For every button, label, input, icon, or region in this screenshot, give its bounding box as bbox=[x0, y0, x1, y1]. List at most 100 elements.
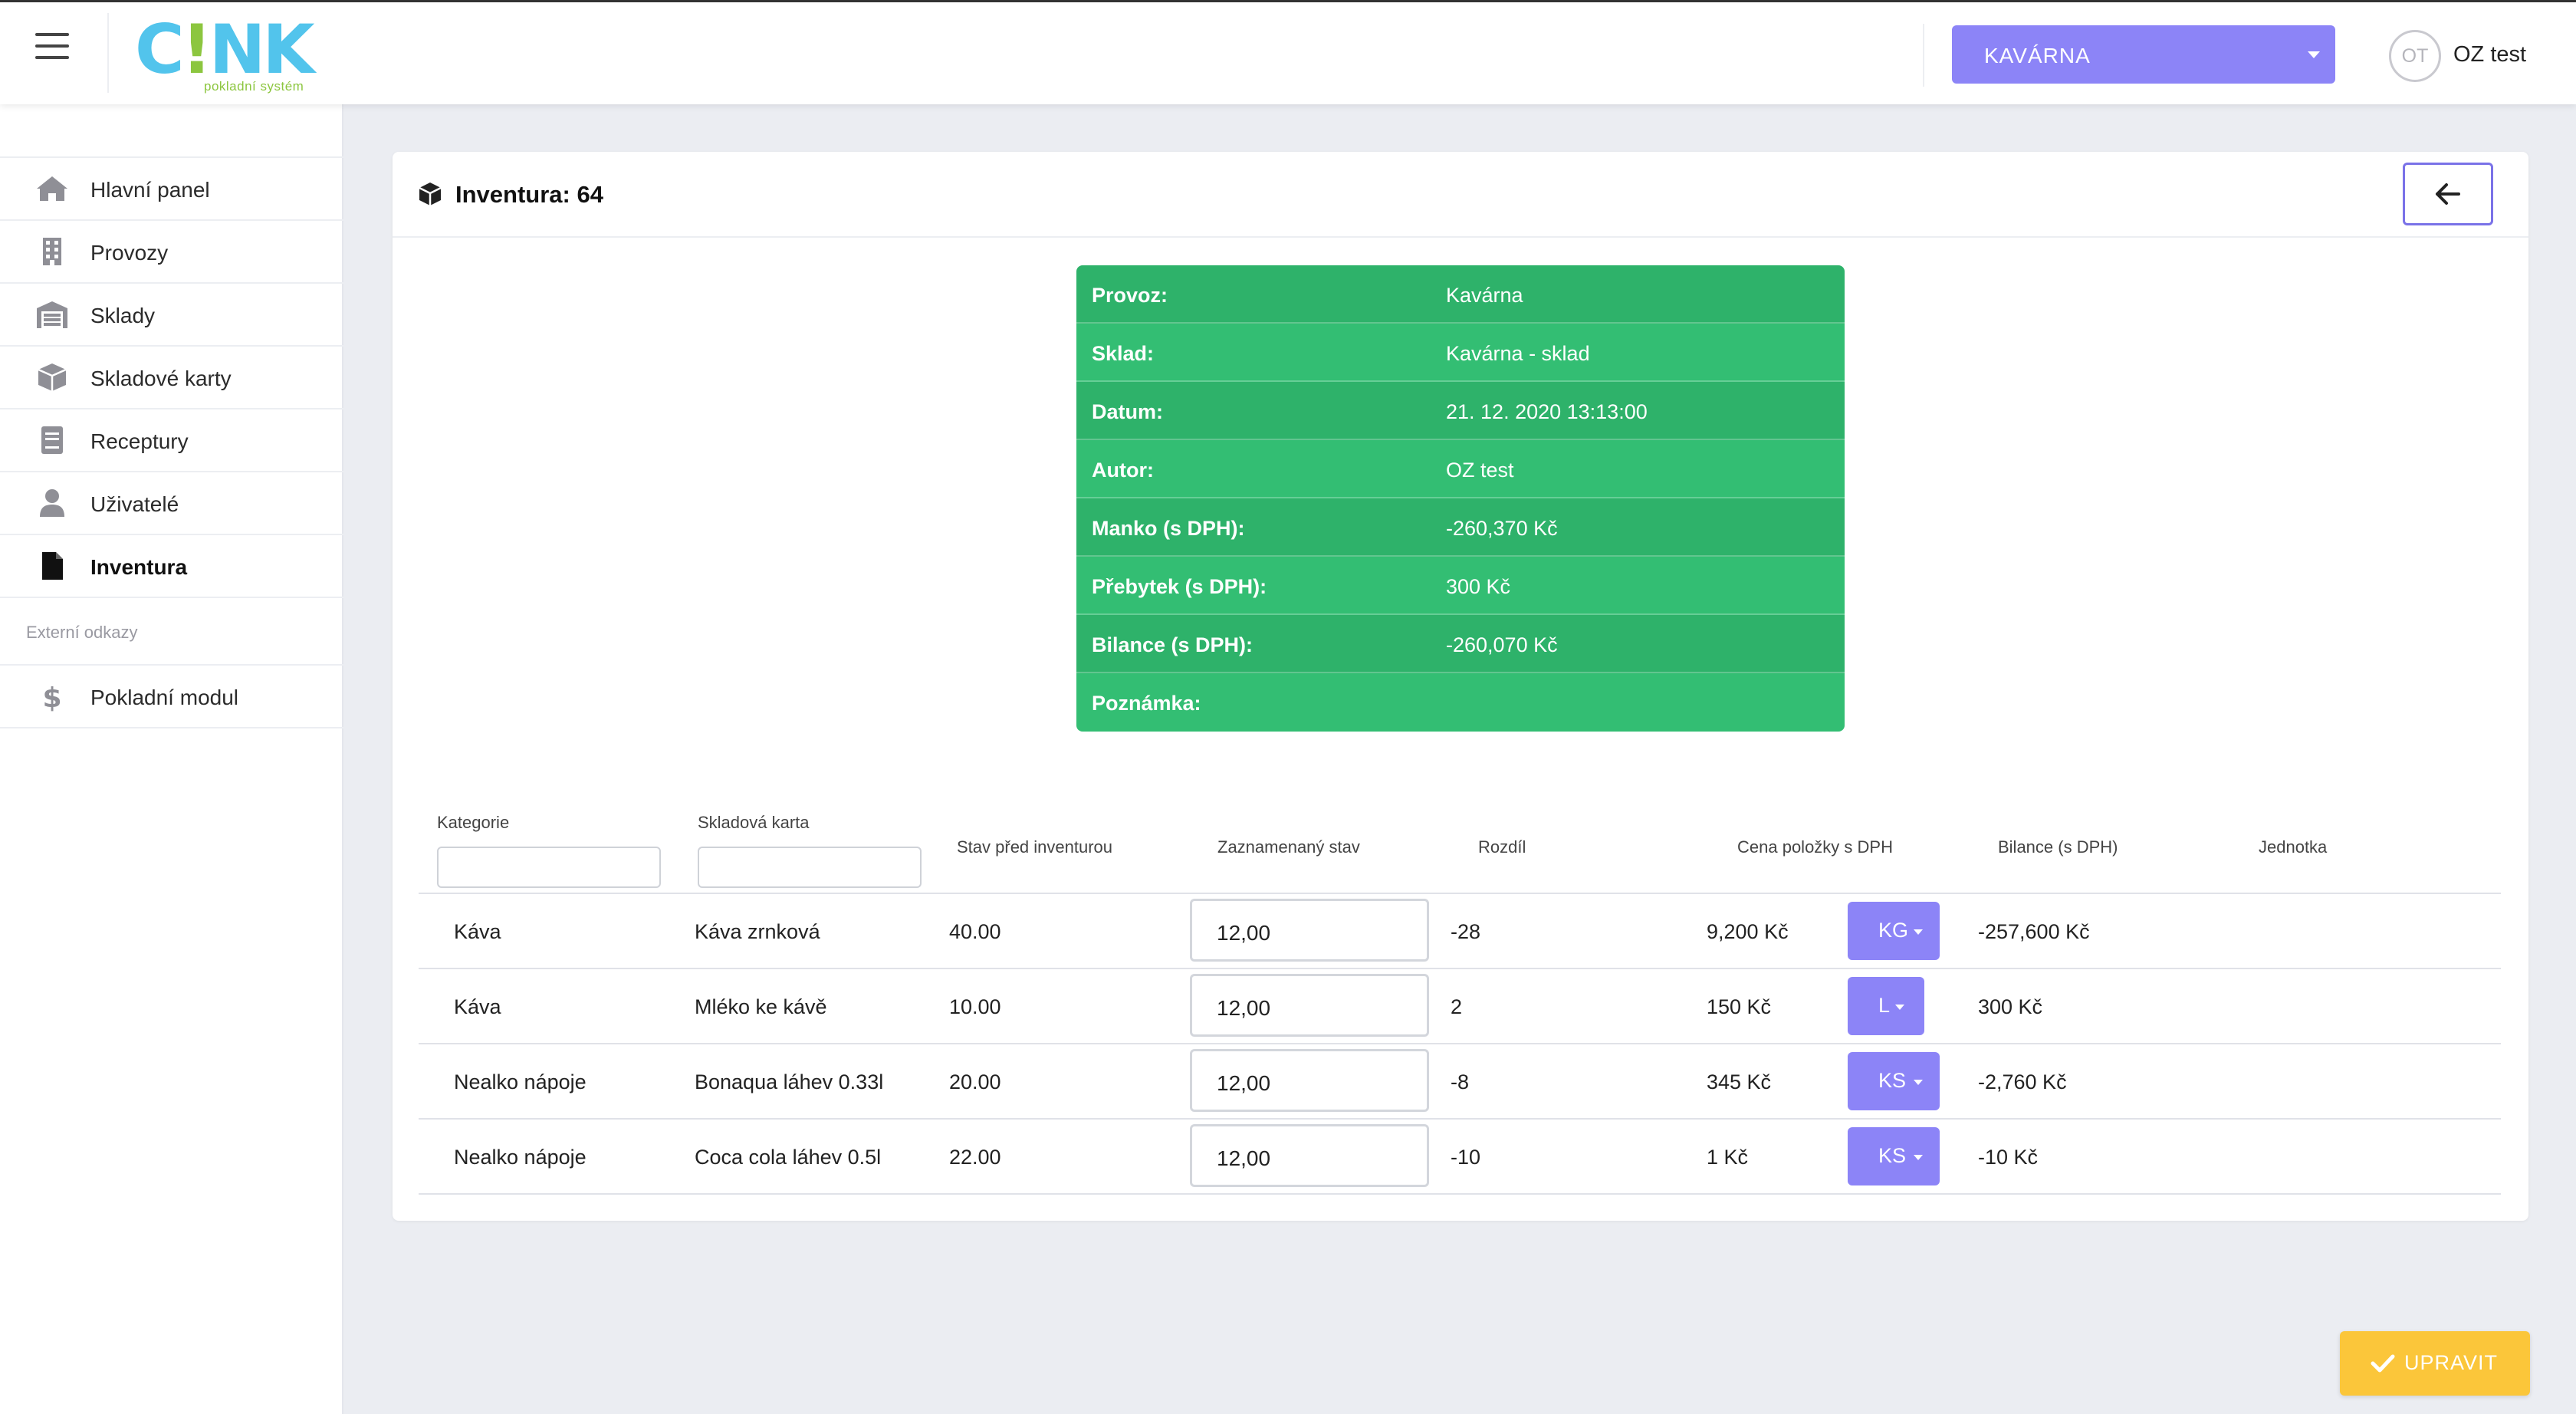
summary-key: Autor: bbox=[1092, 459, 1154, 482]
sidebar-item-receptury[interactable]: Receptury bbox=[0, 409, 343, 472]
summary-value: -260,070 Kč bbox=[1446, 633, 1558, 656]
logo[interactable]: C!NK pokladní systém bbox=[135, 13, 319, 94]
branch-select[interactable]: KAVÁRNA bbox=[1952, 25, 2335, 84]
sidebar-item-sklady[interactable]: Sklady bbox=[0, 284, 343, 347]
logo-subtitle: pokladní systém bbox=[204, 79, 304, 94]
summary-value: 300 Kč bbox=[1446, 575, 1511, 598]
sidebar-item-hlavni-panel[interactable]: Hlavní panel bbox=[0, 158, 343, 221]
box-icon bbox=[38, 363, 67, 391]
summary-row: Bilance (s DPH): -260,070 Kč bbox=[1076, 615, 1845, 673]
recorded-qty-input[interactable]: 12,00 bbox=[1190, 974, 1429, 1037]
table-row: Nealko nápoje Coca cola láhev 0.5l 22.00… bbox=[419, 1120, 2501, 1195]
page-title: Inventura: 64 bbox=[455, 181, 603, 208]
check-icon bbox=[2371, 1354, 2395, 1373]
cell-balance: -2,760 Kč bbox=[1978, 1070, 2067, 1093]
table-row: Káva Káva zrnková 40.00 12,00 -28 9,200 … bbox=[419, 894, 2501, 969]
cell-category: Nealko nápoje bbox=[454, 1070, 586, 1093]
summary-row: Sklad: Kavárna - sklad bbox=[1076, 324, 1845, 382]
edit-button-label: UPRAVIT bbox=[2404, 1351, 2499, 1374]
warehouse-icon bbox=[37, 301, 67, 328]
building-icon bbox=[43, 238, 61, 265]
sidebar-item-inventura[interactable]: Inventura bbox=[0, 535, 343, 598]
cell-before: 22.00 bbox=[949, 1146, 1001, 1169]
sidebar-item-label: Receptury bbox=[90, 429, 189, 453]
sidebar-item-label: Inventura bbox=[90, 555, 188, 579]
unit-dropdown[interactable]: KS bbox=[1848, 1127, 1940, 1185]
user-icon bbox=[40, 489, 64, 517]
cube-icon bbox=[419, 183, 442, 206]
branch-select-value: KAVÁRNA bbox=[1984, 44, 2091, 67]
summary-key: Přebytek (s DPH): bbox=[1092, 575, 1267, 598]
top-bar: C!NK pokladní systém KAVÁRNA OT OZ test bbox=[0, 0, 2576, 104]
recorded-qty-input[interactable]: 12,00 bbox=[1190, 899, 1429, 962]
card-filter-input[interactable] bbox=[698, 847, 922, 888]
summary-row: Datum: 21. 12. 2020 13:13:00 bbox=[1076, 382, 1845, 440]
sidebar-item-label: Skladové karty bbox=[90, 367, 232, 390]
table-row: Káva Mléko ke kávě 10.00 12,00 2 150 Kč … bbox=[419, 969, 2501, 1044]
summary-key: Datum: bbox=[1092, 400, 1163, 423]
summary-row: Manko (s DPH): -260,370 Kč bbox=[1076, 498, 1845, 557]
avatar[interactable]: OT bbox=[2389, 30, 2441, 82]
recorded-qty-input[interactable]: 12,00 bbox=[1190, 1049, 1429, 1112]
summary-key: Provoz: bbox=[1092, 284, 1168, 307]
caret-down-icon bbox=[1914, 929, 1923, 935]
caret-down-icon bbox=[1914, 1080, 1923, 1085]
column-header-price: Cena položky s DPH bbox=[1737, 837, 1893, 857]
dollar-icon: $ bbox=[42, 682, 61, 712]
arrow-left-icon bbox=[2436, 183, 2460, 205]
unit-dropdown[interactable]: KS bbox=[1848, 1052, 1940, 1110]
column-header-category: Kategorie bbox=[437, 813, 510, 832]
sidebar-item-label: Provozy bbox=[90, 241, 169, 265]
cell-before: 10.00 bbox=[949, 995, 1001, 1018]
inventory-summary: Provoz: Kavárna Sklad: Kavárna - sklad Dat… bbox=[1076, 265, 1845, 732]
sidebar-nav: Hlavní panel Provozy Sklady Skladové kar… bbox=[0, 156, 343, 728]
cell-price: 150 Kč bbox=[1707, 995, 1772, 1018]
summary-key: Bilance (s DPH): bbox=[1092, 633, 1254, 656]
cell-diff: -8 bbox=[1451, 1070, 1470, 1093]
summary-value: -260,370 Kč bbox=[1446, 517, 1558, 540]
cell-category: Káva bbox=[454, 920, 501, 943]
recorded-qty-input[interactable]: 12,00 bbox=[1190, 1124, 1429, 1187]
cell-diff: -28 bbox=[1451, 920, 1481, 943]
summary-value: 21. 12. 2020 13:13:00 bbox=[1446, 400, 1648, 423]
unit-dropdown[interactable]: L bbox=[1848, 977, 1924, 1035]
cell-price: 1 Kč bbox=[1707, 1146, 1749, 1169]
cell-card: Bonaqua láhev 0.33l bbox=[695, 1070, 884, 1093]
column-header-card: Skladová karta bbox=[698, 813, 810, 832]
sidebar-item-label: Hlavní panel bbox=[90, 178, 210, 202]
sidebar-item-provozy[interactable]: Provozy bbox=[0, 221, 343, 284]
sidebar-item-pokladni-modul[interactable]: $ Pokladní modul bbox=[0, 666, 343, 728]
cell-category: Nealko nápoje bbox=[454, 1146, 586, 1169]
caret-down-icon bbox=[2308, 51, 2320, 58]
cell-before: 40.00 bbox=[949, 920, 1001, 943]
divider bbox=[107, 13, 109, 93]
sidebar-item-uzivatele[interactable]: Uživatelé bbox=[0, 472, 343, 535]
summary-row: Autor: OZ test bbox=[1076, 440, 1845, 498]
caret-down-icon bbox=[1895, 1005, 1904, 1010]
edit-button[interactable]: UPRAVIT bbox=[2340, 1331, 2530, 1396]
sidebar-item-label: Sklady bbox=[90, 304, 156, 327]
sidebar: Hlavní panel Provozy Sklady Skladové kar… bbox=[0, 104, 343, 1414]
cell-balance: -257,600 Kč bbox=[1978, 920, 2090, 943]
menu-toggle-icon[interactable] bbox=[35, 33, 69, 59]
svg-text:$: $ bbox=[42, 682, 61, 712]
cell-diff: 2 bbox=[1451, 995, 1463, 1018]
user-name[interactable]: OZ test bbox=[2453, 42, 2526, 67]
sidebar-section-external: Externí odkazy bbox=[0, 598, 343, 666]
category-filter-input[interactable] bbox=[437, 847, 661, 888]
file-icon bbox=[42, 552, 63, 580]
divider bbox=[1923, 24, 1924, 87]
cell-card: Káva zrnková bbox=[695, 920, 820, 943]
column-header-diff: Rozdíl bbox=[1478, 837, 1526, 857]
summary-row: Provoz: Kavárna bbox=[1076, 265, 1845, 324]
summary-key: Manko (s DPH): bbox=[1092, 517, 1245, 540]
summary-value: Kavárna bbox=[1446, 284, 1523, 307]
cell-category: Káva bbox=[454, 995, 501, 1018]
unit-dropdown[interactable]: KG bbox=[1848, 902, 1940, 960]
cell-diff: -10 bbox=[1451, 1146, 1481, 1169]
unit-label: KS bbox=[1878, 1144, 1907, 1167]
home-icon bbox=[37, 176, 67, 201]
summary-key: Poznámka: bbox=[1092, 692, 1201, 715]
sidebar-item-skladove-karty[interactable]: Skladové karty bbox=[0, 347, 343, 409]
back-button[interactable] bbox=[2403, 163, 2493, 225]
